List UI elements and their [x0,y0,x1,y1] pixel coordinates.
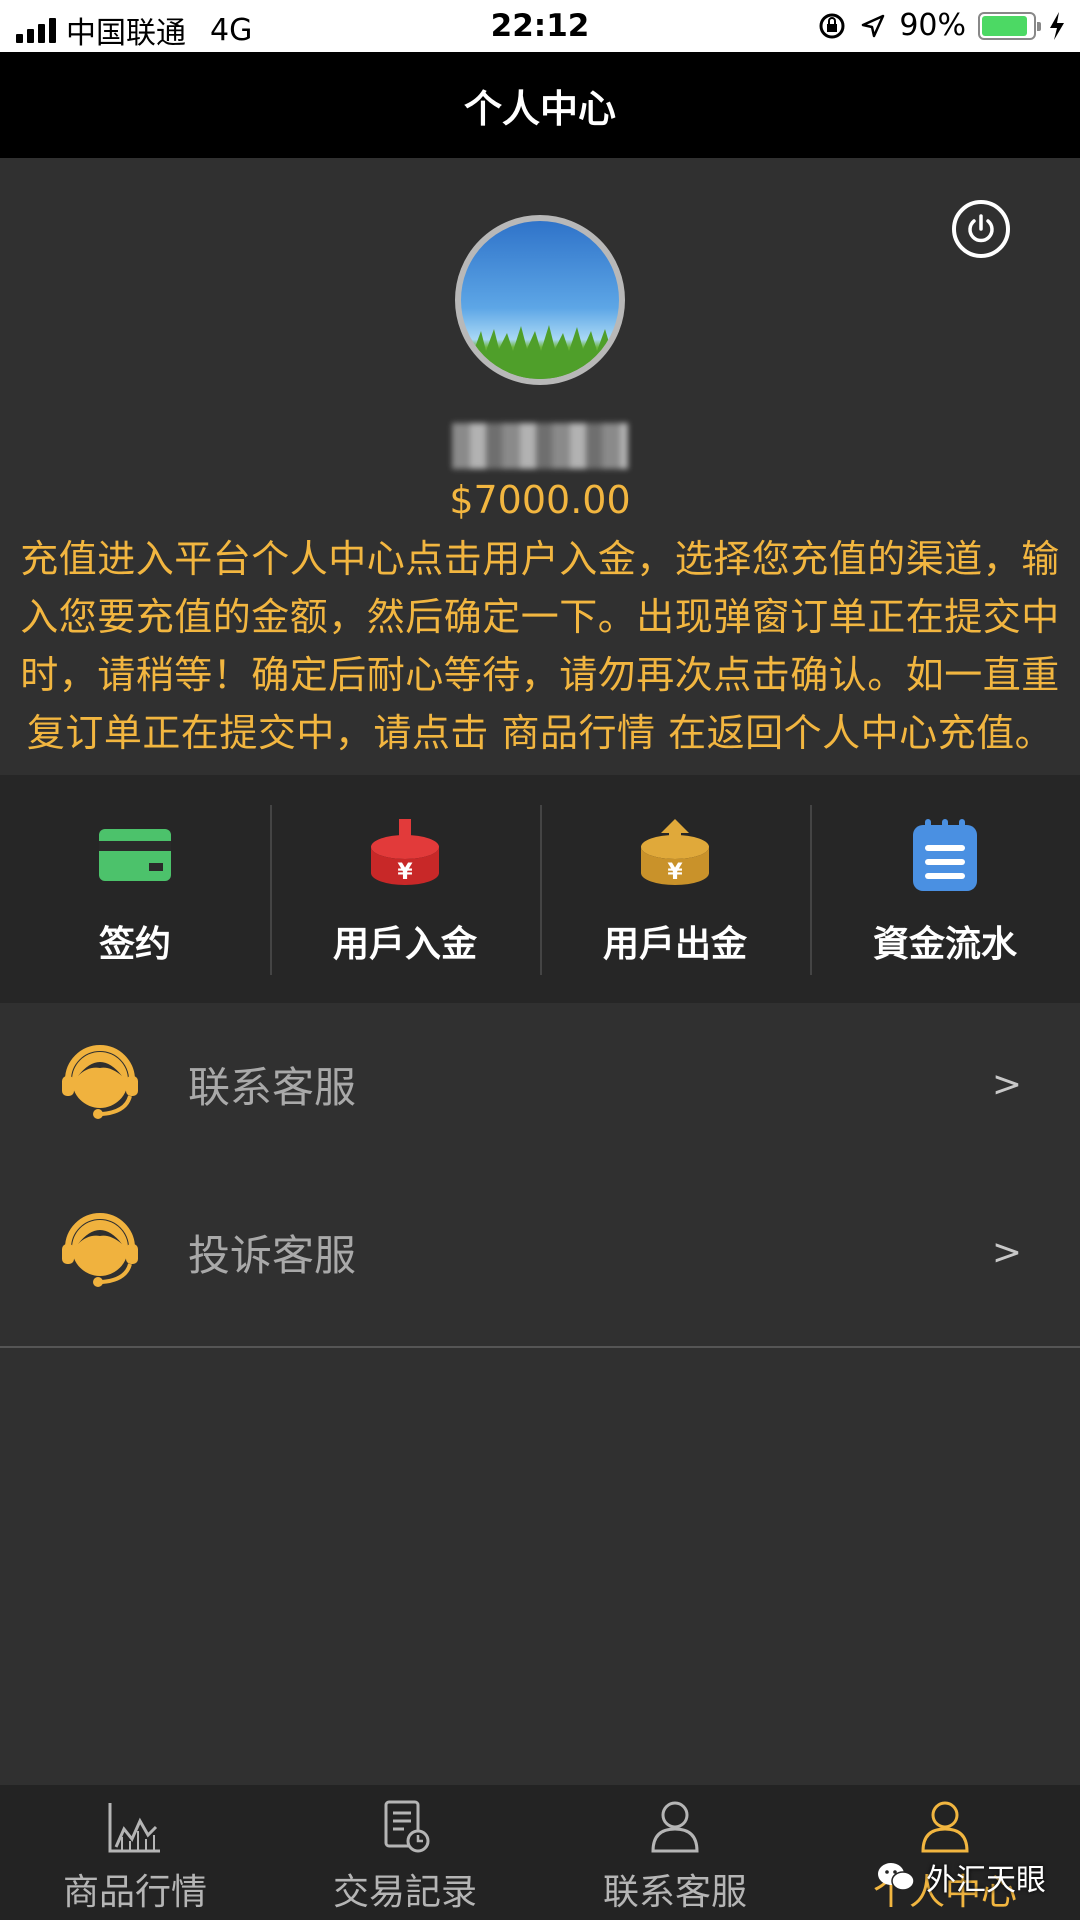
menu-label: 投诉客服 [188,1230,357,1280]
action-label: 資金流水 [872,924,1017,965]
action-withdraw[interactable]: ¥ 用戶出金 [540,775,810,1003]
tab-trade-records[interactable]: 交易記录 [270,1785,540,1920]
status-bar: 中国联通 4G 22:12 90% [0,0,1080,52]
chevron-right-icon: > [991,1231,1022,1273]
tab-bar: 商品行情 交易記录 联系客服 个人中心 [0,1785,1080,1920]
quick-actions: 签约 ¥ 用戶入金 ¥ 用戶出金 資金流水 [0,775,1080,1003]
notepad-icon [913,819,977,891]
card-icon [99,829,171,881]
menu-label: 联系客服 [188,1062,357,1112]
power-icon [968,214,994,243]
document-icon [384,1800,430,1853]
chevron-right-icon: > [991,1063,1022,1105]
header: 个人中心 [0,52,1080,158]
divider [0,1346,1080,1348]
rotation-lock-icon [819,13,845,38]
svg-text:¥: ¥ [397,860,413,885]
tab-label: 交易記录 [332,1872,477,1913]
balance: $7000.00 [449,478,631,522]
tab-label: 联系客服 [602,1872,747,1913]
action-label: 用戶出金 [602,924,747,965]
screen: 中国联通 4G 22:12 90% 个人中心 $7000.00 充值进入平台个人… [0,0,1080,1920]
tab-contact-support[interactable]: 联系客服 [540,1785,810,1920]
headset-icon [62,1045,138,1119]
action-sign[interactable]: 签约 [0,775,270,1003]
headset-icon [62,1213,138,1287]
charging-icon [1050,11,1064,40]
svg-text:¥: ¥ [667,860,683,885]
menu-complaint-support[interactable]: 投诉客服 > [0,1168,1080,1336]
avatar[interactable] [455,215,625,385]
page-title: 个人中心 [463,86,616,131]
action-label: 签约 [98,924,171,965]
wechat-icon [878,1863,915,1891]
logout-button[interactable] [952,200,1010,258]
chart-icon [108,1803,160,1853]
person-icon [651,1801,699,1853]
watermark-text: 外汇天眼 [926,1863,1046,1898]
watermark: 外汇天眼 [876,1855,1046,1899]
username-blurred [452,423,628,469]
deposit-icon: ¥ [371,819,439,885]
tab-market[interactable]: 商品行情 [0,1785,270,1920]
tab-personal-center[interactable]: 个人中心 [810,1785,1080,1920]
grass-image [461,325,619,379]
battery-percent: 90% [899,8,966,43]
deposit-notice: 充值进入平台个人中心点击用户入金，选择您充值的渠道，输入您要充值的金额，然后确定… [20,537,1060,755]
tab-label: 商品行情 [62,1872,207,1913]
action-fund-flow[interactable]: 資金流水 [810,775,1080,1003]
person-icon [921,1801,969,1853]
withdraw-icon: ¥ [641,819,709,885]
action-deposit[interactable]: ¥ 用戶入金 [270,775,540,1003]
action-label: 用戶入金 [332,924,477,965]
battery-icon [978,11,1041,40]
location-icon [862,14,885,37]
menu-contact-support[interactable]: 联系客服 > [0,1000,1080,1168]
